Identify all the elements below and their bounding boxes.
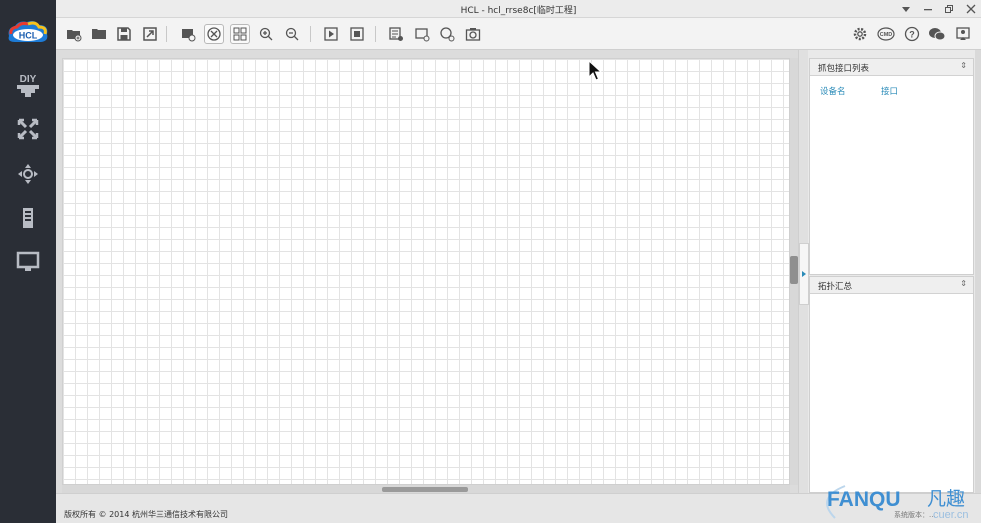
feedback-button[interactable] xyxy=(953,24,973,44)
gear-icon xyxy=(853,27,867,41)
topology-canvas[interactable] xyxy=(62,58,790,485)
device-view-icon xyxy=(207,27,221,41)
vertical-scrollbar[interactable] xyxy=(790,58,798,485)
watermark-brand-cn: 凡趣 xyxy=(927,488,965,510)
cmd-icon: CMD xyxy=(877,27,895,41)
capture-panel-toggle-icon[interactable]: ⇕ xyxy=(960,61,967,70)
export-button[interactable] xyxy=(140,24,160,44)
toolbar-separator xyxy=(310,26,311,42)
topology-workspace xyxy=(56,50,808,493)
fanqu-watermark: FANQU 凡趣 cuer.cn xyxy=(815,478,981,523)
add-link-button[interactable] xyxy=(437,24,457,44)
hcl-app-window: HCL DIY HCL - hcl_rrse8c[临时工程] CMD ? 抓包接… xyxy=(0,0,981,523)
vertical-scroll-thumb[interactable] xyxy=(790,256,798,284)
panel-splitter[interactable] xyxy=(798,50,809,493)
add-note-icon xyxy=(415,28,430,42)
menu-dropdown-button[interactable] xyxy=(898,2,914,16)
copyright-text: 版权所有 © 2014 杭州华三通信技术有限公司 xyxy=(64,510,228,519)
grid-toggle-button[interactable] xyxy=(230,24,250,44)
save-project-icon xyxy=(117,27,131,41)
start-all-button[interactable] xyxy=(321,24,341,44)
pc-icon xyxy=(16,251,40,271)
add-note-button[interactable] xyxy=(412,24,432,44)
diy-icon: DIY xyxy=(17,74,39,97)
stop-icon xyxy=(350,27,364,41)
screenshot-icon xyxy=(182,29,196,42)
new-project-icon xyxy=(67,30,82,42)
minimize-button[interactable] xyxy=(920,2,936,16)
column-device-name[interactable]: 设备名 xyxy=(820,85,846,97)
server-device-button[interactable] xyxy=(10,203,46,233)
pc-device-button[interactable] xyxy=(10,247,46,277)
caret-right-icon xyxy=(802,271,806,277)
topology-panel-title: 拓扑汇总 xyxy=(818,282,853,292)
feedback-icon xyxy=(956,27,970,40)
topology-summary-panel: 拓扑汇总 ⇕ xyxy=(809,276,974,493)
collapse-panel-button[interactable] xyxy=(799,243,809,305)
main-toolbar: CMD ? xyxy=(56,18,981,50)
switch-device-button[interactable] xyxy=(10,159,46,189)
device-view-button[interactable] xyxy=(204,24,224,44)
topology-panel-toggle-icon[interactable]: ⇕ xyxy=(960,279,967,288)
horizontal-scrollbar[interactable] xyxy=(62,485,790,493)
screenshot-button[interactable] xyxy=(178,24,198,44)
horizontal-scroll-thumb[interactable] xyxy=(382,487,468,492)
export-icon xyxy=(143,27,157,41)
router-device-button[interactable] xyxy=(10,114,46,144)
zoom-out-button[interactable] xyxy=(282,24,302,44)
command-list-icon xyxy=(389,27,403,41)
diy-device-button[interactable]: DIY xyxy=(10,70,46,100)
settings-button[interactable] xyxy=(850,24,870,44)
watermark-brand: FANQU xyxy=(827,488,901,511)
topology-panel-header: 拓扑汇总 ⇕ xyxy=(810,277,973,294)
mouse-pointer xyxy=(588,60,602,82)
open-project-button[interactable] xyxy=(89,24,109,44)
close-button[interactable] xyxy=(963,2,979,16)
restore-button[interactable] xyxy=(941,2,957,16)
capture-button[interactable] xyxy=(463,24,483,44)
window-title: HCL - hcl_rrse8c[临时工程] xyxy=(460,6,577,16)
minimize-icon xyxy=(924,9,932,11)
grid-toggle-icon xyxy=(233,27,247,41)
column-interface[interactable]: 接口 xyxy=(881,85,898,97)
server-icon xyxy=(23,208,33,228)
help-button[interactable]: ? xyxy=(902,24,922,44)
right-edge-strip xyxy=(975,50,981,493)
watermark-domain: cuer.cn xyxy=(933,509,968,521)
help-icon: ? xyxy=(904,26,920,42)
cmd-button[interactable]: CMD xyxy=(876,24,896,44)
toolbar-separator xyxy=(166,26,167,42)
router-icon xyxy=(17,118,39,140)
zoom-out-icon xyxy=(285,27,299,41)
capture-interface-panel: 抓包接口列表 ⇕ 设备名 接口 xyxy=(809,58,974,275)
logo-text: HCL xyxy=(19,31,38,41)
cursor-arrow-icon xyxy=(588,60,602,81)
cmd-icon-label: CMD xyxy=(880,32,893,38)
diy-label: DIY xyxy=(20,74,37,85)
open-project-icon xyxy=(92,29,106,39)
capture-panel-title: 抓包接口列表 xyxy=(818,64,870,74)
title-bar: HCL - hcl_rrse8c[临时工程] xyxy=(56,0,981,18)
switch-icon xyxy=(18,164,38,184)
capture-panel-header: 抓包接口列表 ⇕ xyxy=(810,59,973,76)
device-sidebar: HCL DIY xyxy=(0,0,56,523)
wechat-icon xyxy=(929,28,946,41)
wechat-button[interactable] xyxy=(927,24,947,44)
zoom-in-button[interactable] xyxy=(256,24,276,44)
close-icon xyxy=(966,4,976,14)
save-project-button[interactable] xyxy=(114,24,134,44)
toolbar-separator xyxy=(375,26,376,42)
add-link-icon xyxy=(440,27,455,42)
stop-all-button[interactable] xyxy=(347,24,367,44)
new-project-button[interactable] xyxy=(64,24,84,44)
svg-text:?: ? xyxy=(909,30,915,40)
play-icon xyxy=(324,27,338,41)
command-list-button[interactable] xyxy=(386,24,406,44)
hcl-logo: HCL xyxy=(5,20,51,44)
restore-icon xyxy=(945,5,953,13)
zoom-in-icon xyxy=(259,27,273,41)
menu-triangle-icon xyxy=(902,7,910,12)
camera-icon xyxy=(465,28,481,41)
